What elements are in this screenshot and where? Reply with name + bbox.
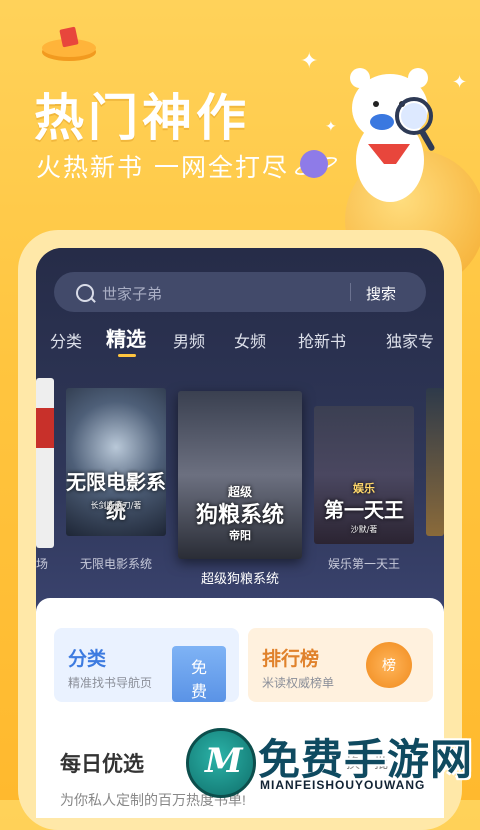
watermark-logo-icon (186, 728, 256, 798)
search-button[interactable]: 搜索 (366, 283, 396, 304)
book-name[interactable]: 娱乐第一天王 (314, 555, 414, 572)
ranking-medal-icon: 榜 (366, 642, 412, 688)
coin-illustration (42, 26, 96, 61)
free-book-icon: 免费 (172, 646, 226, 702)
tab-category[interactable]: 分类 (50, 328, 82, 352)
mascot-illustration (350, 68, 435, 202)
ranking-entry[interactable]: 排行榜 米读权威榜单 榜 (248, 628, 433, 702)
search-icon (76, 284, 94, 302)
cover-title: 无限电影系统 (66, 470, 166, 523)
cover-author: 长剑断雁刀/著 (90, 501, 142, 510)
tab-exclusive[interactable]: 独家专 (386, 328, 434, 352)
planet-icon (300, 150, 328, 178)
daily-picks-title: 每日优选 (60, 751, 144, 776)
promo-subtitle: 火热新书 一网全打尽 (36, 153, 289, 182)
watermark-url: MIANFEISHOUYOUWANG (260, 778, 426, 792)
cover-author: 帝阳 (229, 529, 251, 542)
tab-male[interactable]: 男频 (173, 328, 205, 352)
tab-active-indicator (118, 354, 136, 357)
category-entry[interactable]: 分类 精准找书导航页 免费 (54, 628, 239, 702)
search-bar[interactable]: 世家子弟 搜索 (54, 272, 426, 312)
sparkle-icon: ✦ (300, 48, 319, 73)
book-cover-partial-right[interactable] (426, 388, 444, 536)
cover-author: 沙默/著 (350, 525, 378, 534)
medal-text: 榜 (382, 658, 396, 674)
tab-featured[interactable]: 精选 (106, 323, 146, 352)
book-cover-partial-left[interactable] (36, 378, 54, 548)
tab-new-books[interactable]: 抢新书 (298, 328, 346, 352)
book-carousel[interactable]: 场 无限电影系统 长剑断雁刀/著 无限电影系统 超级 狗粮系统 帝阳 超级狗粮系… (36, 378, 444, 598)
book-name[interactable]: 无限电影系统 (66, 555, 166, 572)
cover-title: 狗粮系统 (195, 502, 284, 528)
cover-title: 第一天王 (324, 498, 404, 522)
search-input[interactable]: 世家子弟 (102, 283, 162, 304)
ranking-entry-subtitle: 米读权威榜单 (262, 676, 335, 690)
promo-title: 热门神作 (34, 89, 250, 147)
book-cover-super-dog-food[interactable]: 超级 狗粮系统 帝阳 (178, 391, 302, 559)
sparkle-icon: ✦ (325, 118, 337, 134)
book-cover-infinite-movie[interactable]: 无限电影系统 长剑断雁刀/著 (66, 388, 166, 536)
category-tabs: 分类 精选 男频 女频 抢新书 独家专 (50, 323, 444, 357)
ranking-entry-title: 排行榜 (262, 648, 320, 670)
book-name-partial: 场 (36, 557, 48, 571)
book-cover-entertainment-king[interactable]: 娱乐 第一天王 沙默/著 (314, 406, 414, 544)
free-badge-text: 免费 (190, 658, 207, 701)
book-name[interactable]: 超级狗粮系统 (178, 568, 302, 587)
category-entry-subtitle: 精准找书导航页 (68, 676, 153, 690)
watermark: 免费手游网 MIANFEISHOUYOUWANG (180, 726, 480, 800)
search-divider (350, 283, 351, 301)
category-entry-title: 分类 (68, 648, 107, 670)
tab-female[interactable]: 女频 (234, 328, 266, 352)
